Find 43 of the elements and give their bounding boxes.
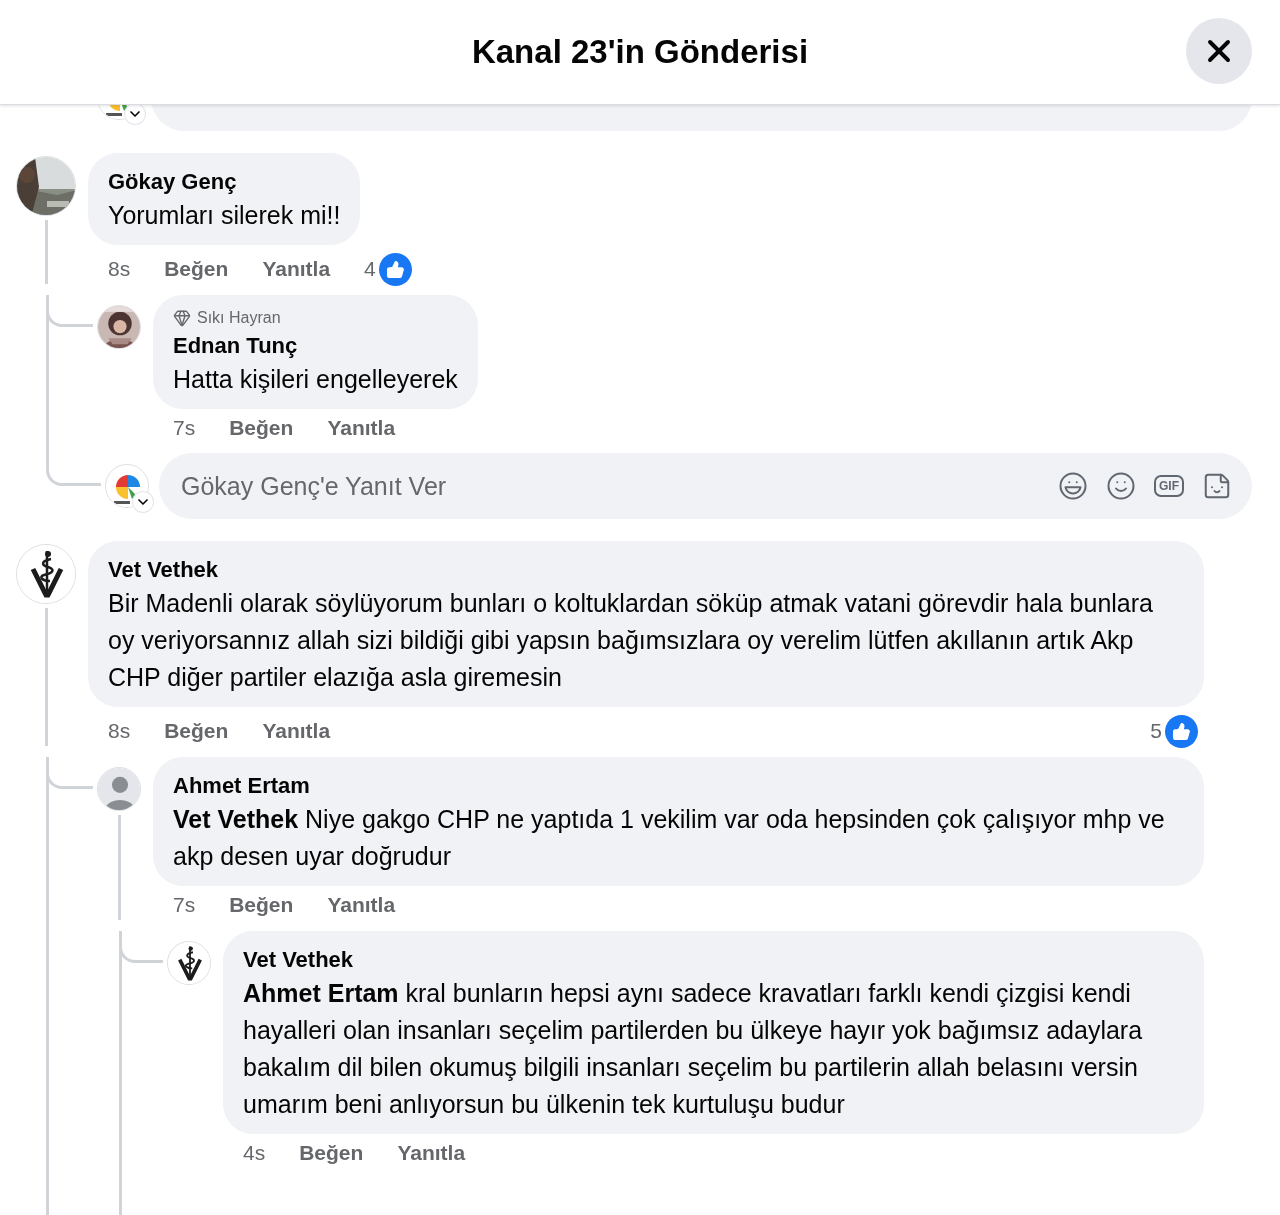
comment-text: Hatta kişileri engelleyerek — [173, 364, 458, 395]
comment-text: Vet Vethek Niye gakgo CHP ne yaptıda 1 vekilim var oda hepsinden çok çalışıyor mhp ve akp desen uyar doğrudur — [173, 804, 1166, 872]
reply-link[interactable]: Yanıtla — [397, 1141, 466, 1165]
comment-author[interactable]: Vet Vethek — [108, 555, 1184, 585]
like-link[interactable]: Beğen — [164, 719, 229, 743]
chevron-icon[interactable] — [133, 492, 153, 512]
thread-connector — [46, 453, 101, 486]
comment-author[interactable]: Vet Vethek — [243, 945, 1184, 975]
sticker-icon[interactable] — [1202, 471, 1232, 501]
like-link[interactable]: Beğen — [164, 257, 229, 281]
reply-link[interactable]: Yanıtla — [327, 416, 396, 440]
comment-text: Yorumları silerek mi!! — [108, 200, 341, 231]
reply-link[interactable]: Yanıtla — [262, 719, 331, 743]
comment-author[interactable]: Ahmet Ertam — [173, 771, 1184, 801]
comment-time[interactable]: 8s — [108, 257, 131, 281]
comment-time[interactable]: 4s — [243, 1141, 266, 1165]
reply-field[interactable]: Gökay Genç'e Yanıt Ver GIF — [159, 453, 1252, 519]
like-link[interactable]: Beğen — [299, 1141, 364, 1165]
like-reaction-icon[interactable] — [378, 252, 412, 286]
avatar — [17, 545, 75, 603]
comment-time[interactable]: 7s — [173, 416, 196, 440]
window-title: Kanal 23'in Gönderisi — [471, 33, 809, 71]
comment-author[interactable]: Ednan Tunç — [173, 331, 458, 361]
emoji-icon[interactable] — [1106, 471, 1136, 501]
reaction-count[interactable]: 5 — [1150, 719, 1162, 743]
diamond-icon — [173, 309, 191, 327]
comment-text: Ahmet Ertam kral bunların hepsi aynı sadece kravatları farklı kendi çizgisi kendi hayalleri olan insanları seçelim partilerden bu ülkeye hayır yok bağımsız adaylara bakalım dil bilen okumuş bilgili insanları seçelim bu partilerin allah belasını versin umarım beni anlıyorsun bu ülkenin tek kurtuluşu budur — [243, 978, 1144, 1120]
like-link[interactable]: Beğen — [229, 416, 294, 440]
comment-time[interactable]: 8s — [108, 719, 131, 743]
comment-time[interactable]: 7s — [173, 893, 196, 917]
chevron-icon[interactable] — [125, 105, 145, 124]
reply-link[interactable]: Yanıtla — [327, 893, 396, 917]
reply-link[interactable]: Yanıtla — [262, 257, 331, 281]
avatar — [98, 768, 140, 810]
reaction-count[interactable]: 4 — [364, 257, 376, 281]
like-link[interactable]: Beğen — [229, 893, 294, 917]
fan-label: Sıkı Hayran — [197, 309, 281, 327]
comment-text: Bir Madenli olarak söylüyorum bunları o koltuklardan söküp atmak vatani görevdir hala bunlara oy veriyorsannız allah sizi bildiği gibi yapsın bağımsızlara oy verelim lütfen akıllanın artık Akp CHP diğer partiler elazığa asla giremesin — [108, 588, 1154, 693]
gif-icon[interactable]: GIF — [1154, 475, 1184, 497]
avatar — [168, 942, 210, 984]
avatar-sticker-icon[interactable] — [1058, 471, 1088, 501]
comment-author[interactable]: Gökay Genç — [108, 167, 341, 197]
like-reaction-icon[interactable] — [1165, 714, 1198, 748]
